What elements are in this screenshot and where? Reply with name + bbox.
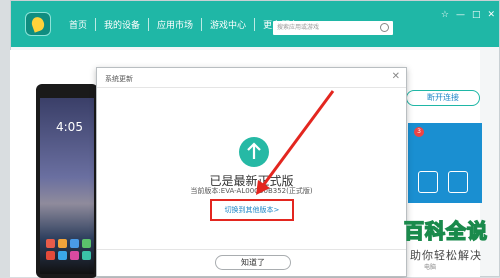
switch-version-link[interactable]: 切换到其他版本> [212,205,292,215]
ok-button[interactable]: 知道了 [215,255,291,270]
nav-my-device[interactable]: 我的设备 [96,18,150,31]
maximize-icon[interactable]: □ [472,10,481,20]
disconnect-button[interactable]: 断开连接 [406,90,480,106]
window-controls: ☆ — □ ✕ [441,10,495,20]
phone-preview: 4:05 [36,84,98,278]
dialog-close-icon[interactable]: ✕ [392,71,400,82]
top-bar: 首页 我的设备 应用市场 游戏中心 更多服务 搜索应用或游戏 ☆ — □ ✕ [11,1,499,47]
system-update-dialog: 系统更新 ✕ 已是最新正式版 当前版本:EVA-AL00C00B352(正式版)… [96,67,407,277]
minimize-icon[interactable]: — [456,10,465,20]
device-tile-panel: 3 [408,123,482,203]
app-icon [82,251,91,260]
phone-clock: 4:05 [56,120,83,134]
switch-version-highlight: 切换到其他版本> [210,199,294,221]
tablet-icon[interactable] [418,171,438,193]
update-arrow-icon [239,137,269,167]
app-icon [70,239,79,248]
nav-game-center[interactable]: 游戏中心 [202,18,256,31]
phone-screen: 4:05 [40,98,94,274]
star-icon[interactable]: ☆ [441,10,449,20]
app-logo [25,12,51,36]
nav-app-market[interactable]: 应用市场 [149,18,203,31]
app-icon [58,251,67,260]
app-icon [58,239,67,248]
nav-home[interactable]: 首页 [61,18,97,31]
watermark-subtitle: 助你轻松解决 [410,249,482,262]
search-input[interactable]: 搜索应用或游戏 [273,21,393,35]
search-placeholder: 搜索应用或游戏 [277,24,320,31]
notification-badge: 3 [414,127,424,137]
phone-app-grid [46,239,91,260]
app-icon [46,251,55,260]
current-version: 当前版本:EVA-AL00C00B352(正式版) [190,187,313,195]
search-icon[interactable] [380,23,389,32]
app-icon [82,239,91,248]
divider [97,249,406,250]
app-icon [70,251,79,260]
close-icon[interactable]: ✕ [487,10,495,20]
dialog-title: 系统更新 [105,75,133,83]
main-nav: 首页 我的设备 应用市场 游戏中心 更多服务 [61,18,307,31]
pc-label: 电脑 [424,264,437,271]
app-icon [46,239,55,248]
watermark-title: 百科全说 [403,218,488,244]
divider [97,87,406,88]
phone-icon[interactable] [448,171,468,193]
